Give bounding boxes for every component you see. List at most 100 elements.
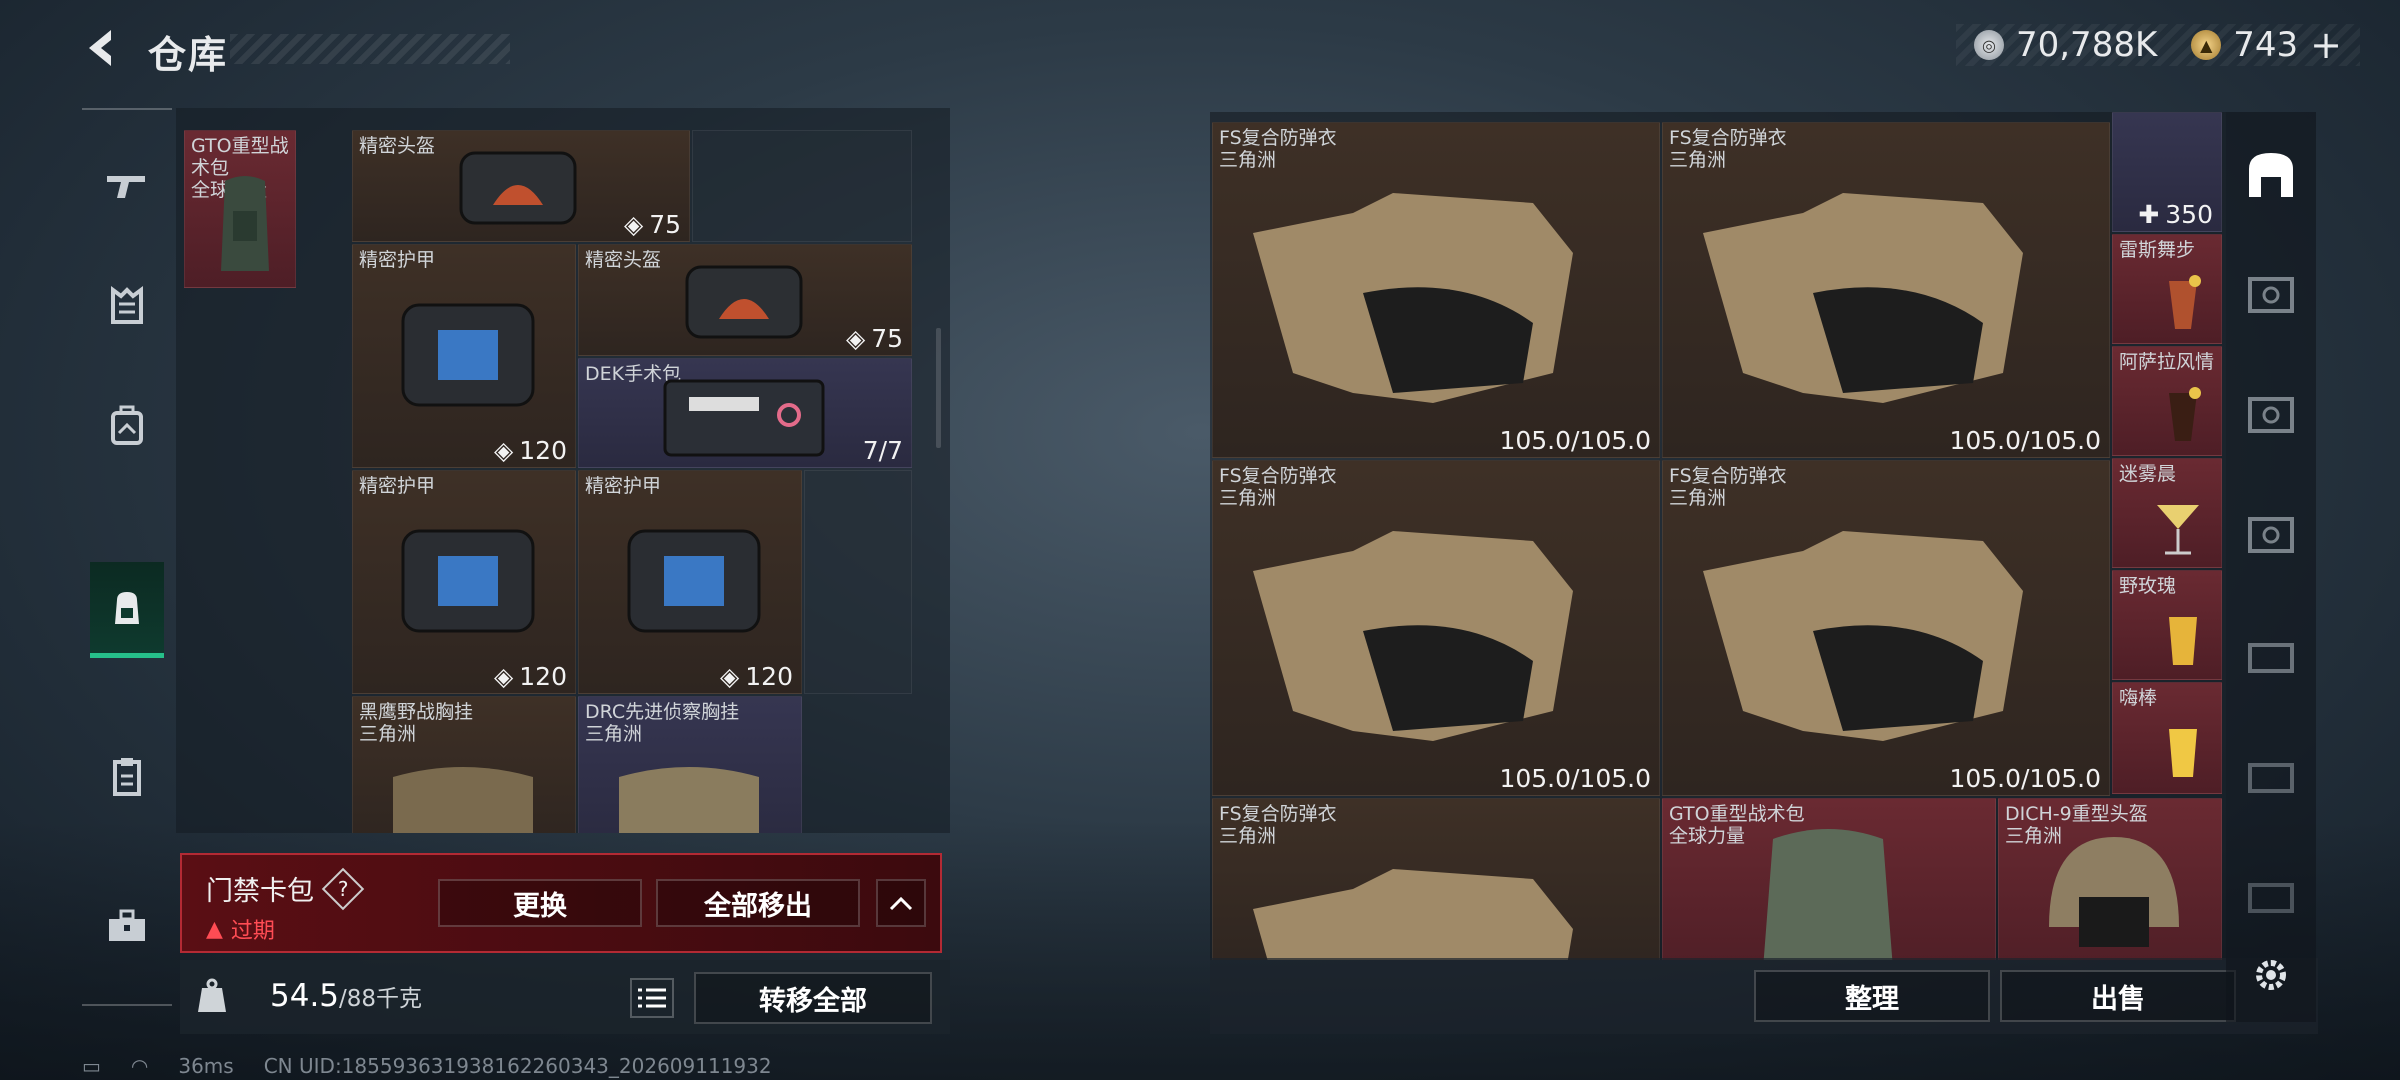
item-value: 75	[871, 324, 903, 353]
item-name: 嗨棒	[2119, 687, 2158, 709]
body-armor-icon	[1703, 193, 2023, 403]
item-name: 精密护甲	[359, 249, 436, 271]
back-button[interactable]	[78, 22, 124, 74]
item-value: 105.0/105.0	[1949, 764, 2101, 793]
replace-button[interactable]: 更换	[438, 879, 642, 927]
item-cell-fs-vest-3[interactable]: FS复合防弹衣 三角洲 105.0/105.0	[1212, 460, 1660, 796]
stash-tab-5[interactable]	[2238, 742, 2304, 808]
left-scrollbar[interactable]	[936, 328, 941, 448]
item-cell-fs-vest-2[interactable]: FS复合防弹衣 三角洲 105.0/105.0	[1662, 122, 2110, 458]
cocktail-icon	[2169, 729, 2197, 777]
item-cell-cocktail-5[interactable]: 嗨棒	[2112, 682, 2222, 794]
nav-weapon[interactable]	[90, 138, 164, 234]
item-cell-fs-vest-4[interactable]: FS复合防弹衣 三角洲 105.0/105.0	[1662, 460, 2110, 796]
item-sub: 三角洲	[1219, 825, 1277, 847]
nav-clipboard[interactable]	[90, 728, 164, 824]
item-name: FS复合防弹衣	[1669, 465, 1787, 487]
empty-slot[interactable]	[692, 130, 912, 242]
gold-coin-icon: ▲	[2191, 30, 2222, 60]
weight-icon	[190, 974, 234, 1018]
silver-coin-icon: ◎	[1973, 30, 2004, 60]
item-name: 精密护甲	[359, 475, 436, 497]
bag-status: 过期	[230, 919, 275, 944]
helmet-bag-icon	[459, 151, 577, 225]
add-gold-button[interactable]: +	[2310, 23, 2342, 67]
chest-rig-icon	[619, 767, 759, 833]
category-nav	[82, 108, 172, 1008]
weight-current: 54.5	[270, 978, 340, 1014]
item-sub: 三角洲	[1669, 487, 1727, 509]
collapse-button[interactable]	[876, 879, 926, 927]
chevron-up-icon	[889, 896, 913, 911]
shield-icon: ◈	[494, 662, 514, 691]
uid-text: CN UID:1855936319381622603​43_2026091119…	[263, 1054, 772, 1078]
gold-amount: 743	[2233, 25, 2299, 65]
sort-button[interactable]: 整理	[1754, 970, 1990, 1022]
item-cell-dich-helmet[interactable]: DICH-9重型头盔 三角洲	[1998, 798, 2222, 960]
stash-tabs	[2226, 112, 2316, 1022]
item-cell-helmet-2[interactable]: 精密头盔 ◈ 75	[578, 244, 912, 356]
empty-slot[interactable]	[804, 470, 912, 694]
item-cell-cocktail-4[interactable]: 野玫瑰	[2112, 570, 2222, 680]
stash-tab-3[interactable]	[2238, 502, 2304, 568]
body-armor-icon	[1253, 193, 1573, 403]
item-cell-cocktail-2[interactable]: 阿萨拉风情	[2112, 346, 2222, 456]
item-cell-chest-rig-2[interactable]: DRC先进侦察胸挂 三角洲	[578, 696, 802, 833]
stash-tab-4[interactable]	[2238, 622, 2304, 688]
item-name: DICH-9重型头盔	[2005, 803, 2148, 825]
nav-armor[interactable]	[90, 258, 164, 354]
transfer-all-button[interactable]: 转移全部	[694, 972, 932, 1024]
item-sub: 三角洲	[585, 723, 643, 745]
item-name: 阿萨拉风情	[2119, 351, 2215, 373]
item-name: 野玫瑰	[2119, 575, 2177, 597]
stash-tab-2[interactable]	[2238, 382, 2304, 448]
backpack-grid: GTO重型战术包全球力量 精密头盔 ◈75 精密护甲 ◈120 精密头盔 ◈75…	[176, 108, 950, 833]
item-cell-fs-vest-5[interactable]: FS复合防弹衣 三角洲	[1212, 798, 1660, 960]
list-view-button[interactable]	[630, 978, 674, 1018]
item-name: 精密护甲	[585, 475, 662, 497]
item-name: FS复合防弹衣	[1219, 465, 1337, 487]
shield-icon: ◈	[623, 210, 644, 239]
safe-icon	[2248, 277, 2294, 313]
item-sub: 三角洲	[1219, 149, 1277, 171]
safe-icon	[2248, 397, 2294, 433]
item-cell-armor-3[interactable]: 精密护甲 ◈ 120	[578, 470, 802, 694]
first-aid-kit-icon	[663, 379, 825, 457]
item-cell-chest-rig-1[interactable]: 黑鹰野战胸挂 三角洲	[352, 696, 576, 833]
nav-toolbox[interactable]	[90, 878, 164, 974]
item-cell-armor-2[interactable]: 精密护甲 ◈ 120	[352, 470, 576, 694]
sell-button[interactable]: 出售	[2000, 970, 2236, 1022]
shield-icon: ◈	[845, 324, 866, 353]
item-cell-helmet-1[interactable]: 精密头盔 ◈ 75	[352, 130, 690, 242]
tactical-bag-icon	[1763, 829, 1893, 960]
item-value: 105.0/105.0	[1499, 426, 1651, 455]
item-cell-gto-bag-2[interactable]: GTO重型战术包 全球力量	[1662, 798, 1996, 960]
stash-tab-1[interactable]	[2238, 262, 2304, 328]
stash-home-icon	[2249, 153, 2293, 197]
item-cell-cocktail-3[interactable]: 迷雾晨	[2112, 458, 2222, 568]
item-value: 120	[745, 662, 793, 691]
nav-vest[interactable]	[90, 378, 164, 474]
help-button[interactable]: ?	[321, 867, 365, 910]
weight-bar: 54.5/88千克 转移全部	[180, 960, 950, 1034]
stash-tab-main[interactable]	[2238, 142, 2304, 208]
stash-tab-6[interactable]	[2238, 862, 2304, 928]
item-name: 精密头盔	[359, 135, 436, 157]
item-value: 120	[519, 662, 567, 691]
wifi-icon: ◠	[130, 1054, 149, 1078]
tactical-bag-icon	[221, 176, 269, 271]
item-cell-armor-1[interactable]: 精密护甲 ◈ 120	[352, 244, 576, 468]
item-cell-fs-vest-1[interactable]: FS复合防弹衣 三角洲 105.0/105.0	[1212, 122, 1660, 458]
gun-icon	[107, 176, 145, 198]
item-cell-cocktail-1[interactable]: 雷斯舞步	[2112, 234, 2222, 344]
item-cell-gto-bag[interactable]: GTO重型战术包全球力量	[184, 130, 296, 288]
safe-icon	[2248, 517, 2294, 553]
nav-backpack[interactable]	[90, 562, 164, 658]
item-name: 雷斯舞步	[2119, 239, 2196, 261]
item-cell-small-1[interactable]: ✚ 350	[2112, 112, 2222, 232]
item-cell-surgery-kit[interactable]: DEK手术包 7/7	[578, 358, 912, 468]
key-card-bag-bar: 门禁卡包 ? ▲ 过期 更换 全部移出	[180, 853, 942, 953]
settings-button[interactable]	[2238, 942, 2304, 1008]
remove-all-button[interactable]: 全部移出	[656, 879, 860, 927]
item-value: 75	[649, 210, 681, 239]
